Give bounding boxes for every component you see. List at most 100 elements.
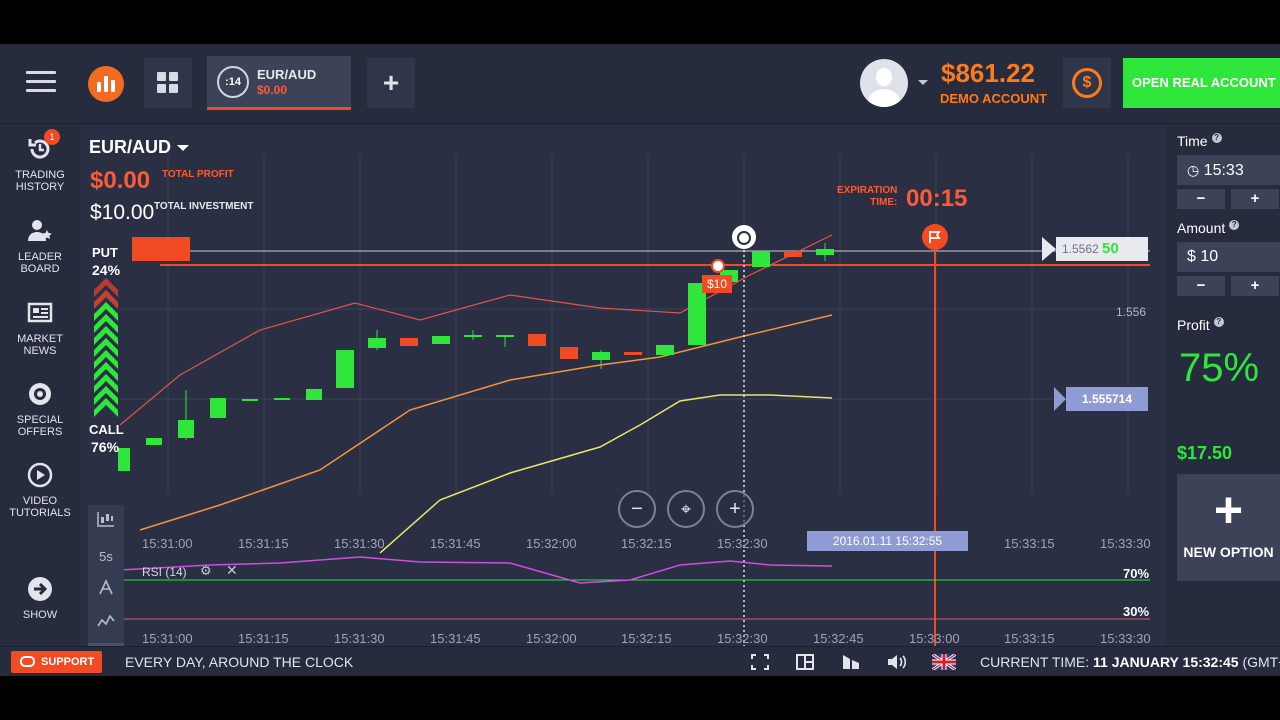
add-asset-button[interactable]: + bbox=[367, 58, 415, 108]
close-icon[interactable]: ✕ bbox=[226, 562, 238, 579]
upper-band-line bbox=[119, 234, 833, 426]
rsi-70-label: 70% bbox=[1123, 566, 1150, 581]
total-profit-value: $0.00 bbox=[90, 167, 151, 194]
sound-icon[interactable] bbox=[887, 654, 907, 670]
svg-text:15:33:15: 15:33:15 bbox=[1004, 536, 1055, 551]
candle-icon[interactable] bbox=[88, 507, 124, 539]
expiration-flag-marker bbox=[922, 224, 948, 250]
amount-increase-button[interactable]: + bbox=[1231, 276, 1279, 296]
svg-text:15:32:00: 15:32:00 bbox=[526, 631, 577, 646]
gear-icon[interactable]: ⚙ bbox=[200, 563, 212, 579]
svg-text:15:31:45: 15:31:45 bbox=[430, 631, 481, 646]
grid-button[interactable] bbox=[144, 58, 192, 108]
app-window: :14 EUR/AUD $0.00 + $861.22 DEMO ACCOUNT… bbox=[0, 44, 1280, 676]
chevron-down-icon[interactable] bbox=[918, 80, 928, 85]
clock-icon: ◷ bbox=[1187, 162, 1200, 178]
sidebar-item-label: VIDEO TUTORIALS bbox=[9, 495, 71, 519]
svg-text:15:33:30: 15:33:30 bbox=[1100, 536, 1151, 551]
total-investment-value: $10.00 bbox=[90, 201, 155, 224]
sidebar-item-leader-board[interactable]: LEADER BOARD bbox=[0, 217, 80, 275]
sidebar-item-label: SPECIAL OFFERS bbox=[16, 414, 64, 438]
video-icon bbox=[26, 461, 54, 489]
amount-label: Amount? bbox=[1177, 220, 1240, 236]
top-bar: :14 EUR/AUD $0.00 + $861.22 DEMO ACCOUNT… bbox=[0, 44, 1280, 124]
expiry-time-field[interactable]: ◷ 15:33 bbox=[1177, 155, 1280, 185]
put-percent: 24% bbox=[92, 262, 121, 278]
expiration-countdown: 00:15 bbox=[906, 185, 968, 212]
help-icon: ? bbox=[1211, 133, 1222, 143]
chevron-down-icon bbox=[177, 145, 190, 152]
new-option-button[interactable]: + NEW OPTION bbox=[1177, 474, 1280, 581]
zoom-out-button[interactable]: − bbox=[618, 490, 656, 528]
svg-text:15:32:15: 15:32:15 bbox=[621, 631, 672, 646]
zoom-in-button[interactable]: + bbox=[716, 490, 754, 528]
time-decrease-button[interactable]: − bbox=[1177, 189, 1225, 209]
investment-tag bbox=[132, 237, 190, 261]
sidebar-item-label: MARKET NEWS bbox=[17, 333, 63, 357]
account-type-label[interactable]: DEMO ACCOUNT bbox=[940, 91, 1047, 106]
amount-decrease-button[interactable]: − bbox=[1177, 276, 1225, 296]
sidebar-item-video-tutorials[interactable]: VIDEO TUTORIALS bbox=[0, 461, 80, 519]
help-icon: ? bbox=[1213, 317, 1224, 327]
call-percent: 76% bbox=[91, 439, 120, 455]
svg-text:15:31:45: 15:31:45 bbox=[430, 536, 481, 551]
price-tag-top: 1.5562 50 bbox=[1056, 237, 1148, 261]
plus-icon: + bbox=[382, 67, 400, 98]
uk-flag-icon[interactable] bbox=[931, 652, 957, 672]
asset-tab[interactable]: :14 EUR/AUD $0.00 bbox=[207, 56, 351, 110]
rsi-time-axis-ticks: 15:31:00 15:31:15 15:31:30 15:31:45 15:3… bbox=[142, 631, 1151, 646]
asset-tab-profit: $0.00 bbox=[257, 83, 288, 97]
sidebar-item-market-news[interactable]: MARKET NEWS bbox=[0, 299, 80, 357]
avatar[interactable] bbox=[860, 59, 908, 107]
date-tooltip: 2016.01.11 15:32:55 bbox=[807, 531, 968, 551]
interval-button[interactable]: 5s bbox=[88, 541, 124, 573]
logo-icon[interactable] bbox=[88, 66, 124, 102]
footer: SUPPORT EVERY DAY, AROUND THE CLOCK CURR… bbox=[0, 646, 1280, 676]
time-increase-button[interactable]: + bbox=[1231, 189, 1279, 209]
svg-text:15:32:30: 15:32:30 bbox=[717, 536, 768, 551]
switch-account-button[interactable]: $ bbox=[1063, 58, 1111, 108]
chart-tools: 5s bbox=[88, 505, 124, 646]
svg-text:15:31:00: 15:31:00 bbox=[142, 536, 193, 551]
leaderboard-icon bbox=[26, 217, 54, 245]
sidebar: 1 TRADING HISTORY LEADER BOARD MARKET NE… bbox=[0, 125, 80, 646]
profit-label: Profit? bbox=[1177, 317, 1224, 333]
price-axis-label: 1.556 bbox=[1116, 305, 1147, 319]
layout-icon[interactable] bbox=[796, 654, 814, 670]
current-price-tag: 1.555714 bbox=[1066, 387, 1148, 411]
candles bbox=[146, 243, 834, 445]
svg-text:15:31:15: 15:31:15 bbox=[238, 631, 289, 646]
sidebar-item-trading-history[interactable]: 1 TRADING HISTORY bbox=[0, 129, 80, 193]
menu-icon[interactable] bbox=[26, 71, 56, 95]
svg-text:15:33:30: 15:33:30 bbox=[1100, 631, 1151, 646]
bet-amount-tag: $10 bbox=[702, 275, 733, 293]
stopwatch-marker bbox=[732, 225, 756, 249]
sidebar-show-button[interactable]: SHOW bbox=[0, 575, 80, 621]
svg-text:15:31:30: 15:31:30 bbox=[334, 536, 385, 551]
indicator-icon[interactable] bbox=[88, 575, 124, 607]
total-profit-label: TOTAL PROFIT bbox=[162, 169, 234, 180]
grid-icon bbox=[157, 72, 179, 94]
svg-text:15:32:30: 15:32:30 bbox=[717, 631, 768, 646]
asset-timer: :14 bbox=[217, 66, 249, 98]
wave-icon[interactable] bbox=[88, 609, 124, 641]
svg-text:15:33:15: 15:33:15 bbox=[1004, 631, 1055, 646]
sidebar-item-special-offers[interactable]: SPECIAL OFFERS bbox=[0, 380, 80, 438]
open-real-account-button[interactable]: OPEN REAL ACCOUNT bbox=[1123, 58, 1280, 108]
footer-message: EVERY DAY, AROUND THE CLOCK bbox=[125, 654, 354, 670]
chat-icon bbox=[20, 656, 35, 667]
asset-selector[interactable]: EUR/AUD bbox=[89, 137, 190, 158]
chart-area[interactable]: 15:31:00 15:31:15 15:31:30 15:31:45 15:3… bbox=[80, 125, 1166, 646]
balance-value[interactable]: $861.22 bbox=[941, 58, 1035, 89]
new-option-label: NEW OPTION bbox=[1183, 544, 1274, 560]
chart-type-icon[interactable] bbox=[842, 654, 860, 670]
center-chart-button[interactable]: ⌖ bbox=[667, 490, 705, 528]
bet-point-marker bbox=[711, 259, 725, 273]
profit-amount: $17.50 bbox=[1177, 443, 1233, 463]
fullscreen-icon[interactable] bbox=[751, 654, 769, 670]
trade-panel: Time? ◷ 15:33 − + Amount? $ 10 − + Profi… bbox=[1166, 125, 1280, 646]
support-button[interactable]: SUPPORT bbox=[11, 651, 102, 673]
history-icon: 1 bbox=[26, 129, 60, 163]
ma-yellow-line bbox=[379, 394, 833, 554]
amount-field[interactable]: $ 10 bbox=[1177, 242, 1280, 272]
